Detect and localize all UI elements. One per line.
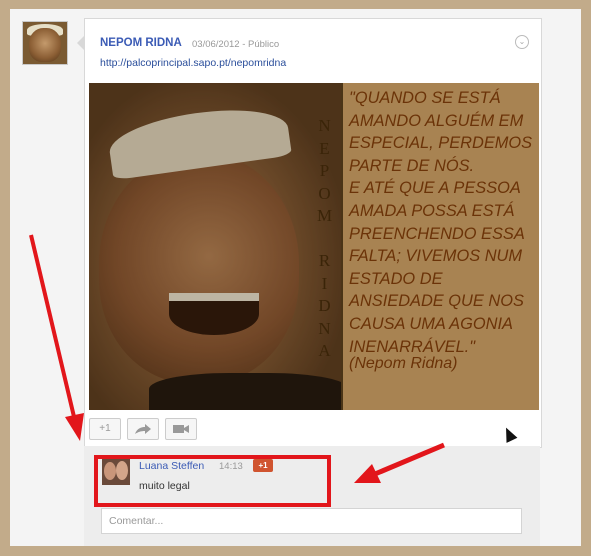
- arrow-right-icon: [354, 442, 445, 483]
- annotation-arrows: [29, 234, 445, 483]
- arrow-left-icon: [29, 234, 84, 441]
- screenshot-frame: NEPOM RIDNA 03/06/2012 - Público http://…: [10, 9, 581, 546]
